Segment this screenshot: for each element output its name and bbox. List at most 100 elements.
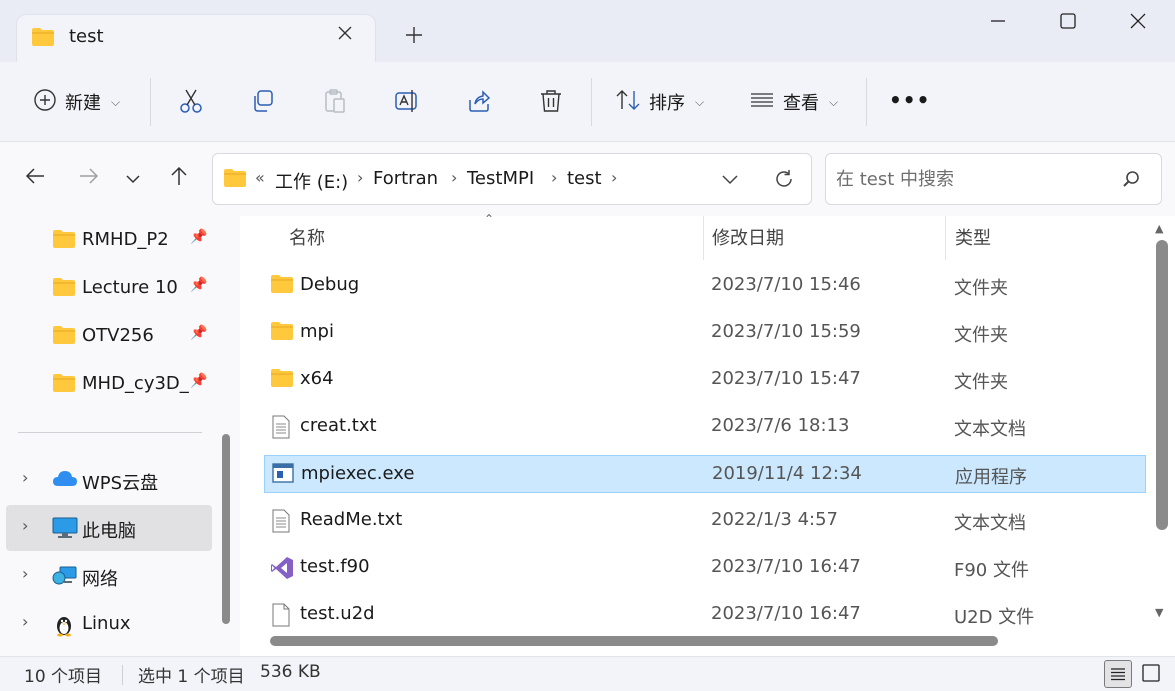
- back-arrow-icon[interactable]: [20, 164, 50, 194]
- sort-ascending-icon: ⌃: [484, 212, 495, 226]
- view-button[interactable]: 查看 ⌵: [749, 86, 838, 118]
- vertical-scrollbar-thumb[interactable]: [1156, 240, 1168, 530]
- breadcrumb-separator: ›: [451, 168, 458, 187]
- nav-item-rmhd-p2[interactable]: RMHD_P2 📌: [6, 217, 212, 263]
- column-header-name[interactable]: 名称: [289, 224, 325, 250]
- scroll-down-arrow-icon[interactable]: ▼: [1155, 606, 1163, 619]
- address-history-chevron-icon[interactable]: [721, 170, 739, 193]
- breadcrumb-overflow[interactable]: «: [255, 168, 265, 187]
- tab-title: test: [69, 26, 104, 47]
- file-row-debug[interactable]: Debug 2023/7/10 15:46 文件夹: [264, 267, 1146, 305]
- pin-icon[interactable]: 📌: [190, 277, 207, 293]
- file-date: 2023/7/10 16:47: [711, 603, 861, 624]
- pin-icon[interactable]: 📌: [190, 229, 207, 245]
- horizontal-scrollbar-thumb[interactable]: [270, 636, 998, 646]
- breadcrumb-fortran[interactable]: Fortran: [373, 168, 438, 189]
- status-bar: 10 个项目 选中 1 个项目 536 KB: [0, 656, 1175, 691]
- nav-item-label: Lecture 10: [82, 277, 178, 298]
- close-window-button[interactable]: [1124, 10, 1152, 38]
- breadcrumb-test[interactable]: test: [567, 168, 602, 189]
- blank-file-icon: [272, 603, 290, 632]
- nav-item-lecture-10[interactable]: Lecture 10 📌: [6, 265, 212, 311]
- copy-icon[interactable]: [250, 88, 276, 119]
- item-count: 10 个项目: [24, 667, 103, 687]
- folder-icon: [270, 321, 294, 346]
- file-row-mpiexec-exe[interactable]: mpiexec.exe 2019/11/4 12:34 应用程序: [264, 455, 1146, 493]
- tiles-view-button[interactable]: [1138, 660, 1166, 688]
- folder-icon: [52, 229, 76, 254]
- network-icon: [52, 565, 78, 592]
- details-view-button[interactable]: [1104, 660, 1132, 688]
- nav-item-wps-cloud[interactable]: › WPS云盘: [6, 457, 212, 503]
- share-icon[interactable]: [466, 88, 492, 119]
- breadcrumb-drive[interactable]: 工作 (E:): [275, 168, 348, 194]
- chevron-right-icon[interactable]: ›: [22, 468, 28, 487]
- selection-count: 选中 1 个项目: [138, 667, 245, 687]
- maximize-button[interactable]: [1054, 10, 1082, 38]
- folder-icon: [52, 277, 76, 302]
- file-name: ReadMe.txt: [300, 509, 403, 530]
- file-type: 应用程序: [955, 467, 1027, 488]
- file-name: Debug: [300, 274, 360, 295]
- status-divider: [122, 665, 123, 685]
- file-row-readme-txt[interactable]: ReadMe.txt 2022/1/3 4:57 文本文档: [264, 502, 1146, 540]
- nav-item-linux[interactable]: › Linux: [6, 601, 212, 647]
- search-input[interactable]: [836, 166, 1106, 192]
- chevron-right-icon[interactable]: ›: [22, 516, 28, 535]
- delete-icon[interactable]: [538, 88, 564, 119]
- chevron-down-icon: ⌵: [695, 94, 705, 109]
- nav-item-label: RMHD_P2: [82, 229, 169, 250]
- chevron-right-icon[interactable]: ›: [22, 564, 28, 583]
- file-row-test-f90[interactable]: test.f90 2023/7/10 16:47 F90 文件: [264, 549, 1146, 587]
- nav-item-mhd-cy3d[interactable]: MHD_cy3D_ 📌: [6, 361, 212, 407]
- file-name: mpiexec.exe: [301, 463, 415, 484]
- column-separator[interactable]: [945, 216, 946, 260]
- search-icon[interactable]: [1122, 170, 1140, 193]
- file-name: test.f90: [300, 556, 370, 577]
- nav-item-label: MHD_cy3D_: [82, 373, 189, 394]
- recent-locations-chevron-icon[interactable]: [118, 164, 148, 194]
- minimize-button[interactable]: [984, 10, 1012, 38]
- paste-icon[interactable]: [322, 88, 348, 119]
- file-date: 2023/7/10 15:47: [711, 368, 861, 389]
- nav-item-network[interactable]: › 网络: [6, 553, 212, 599]
- rename-icon[interactable]: [394, 88, 420, 119]
- file-date: 2023/7/10 16:47: [711, 556, 861, 577]
- up-arrow-icon[interactable]: [164, 164, 194, 194]
- folder-icon: [270, 274, 294, 299]
- tab-test[interactable]: test: [16, 14, 376, 62]
- sort-button[interactable]: 排序 ⌵: [615, 86, 704, 118]
- cut-icon[interactable]: [178, 88, 204, 119]
- tab-close-icon[interactable]: [333, 23, 357, 47]
- visual-studio-icon: [270, 556, 294, 585]
- nav-item-this-pc[interactable]: › 此电脑: [6, 505, 212, 551]
- nav-item-label: 网络: [82, 569, 118, 590]
- file-row-test-u2d[interactable]: test.u2d 2023/7/10 16:47 U2D 文件: [264, 596, 1146, 634]
- file-date: 2022/1/3 4:57: [711, 509, 838, 530]
- file-type: 文件夹: [954, 372, 1008, 393]
- pin-icon[interactable]: 📌: [190, 325, 207, 341]
- nav-pane-scrollbar[interactable]: [222, 434, 230, 624]
- breadcrumb-separator[interactable]: ›: [611, 168, 617, 187]
- new-tab-plus-icon[interactable]: [400, 22, 428, 50]
- file-type: 文件夹: [954, 278, 1008, 299]
- refresh-icon[interactable]: [773, 168, 795, 195]
- forward-arrow-icon[interactable]: [74, 164, 104, 194]
- address-bar[interactable]: « 工作 (E:) › Fortran › TestMPI › test ›: [212, 153, 812, 205]
- new-button[interactable]: 新建 ⌵: [33, 86, 120, 118]
- file-row-mpi[interactable]: mpi 2023/7/10 15:59 文件夹: [264, 314, 1146, 352]
- more-options-button[interactable]: •••: [889, 88, 930, 112]
- breadcrumb-separator: ›: [551, 168, 558, 187]
- column-header-date-modified[interactable]: 修改日期: [712, 224, 784, 250]
- column-header-type[interactable]: 类型: [955, 224, 991, 250]
- scroll-up-arrow-icon[interactable]: ▲: [1155, 222, 1163, 235]
- search-box[interactable]: [825, 153, 1162, 205]
- chevron-right-icon[interactable]: ›: [22, 612, 28, 631]
- nav-item-otv256[interactable]: OTV256 📌: [6, 313, 212, 359]
- breadcrumb-testmpi[interactable]: TestMPI: [467, 168, 534, 189]
- column-separator[interactable]: [703, 216, 704, 260]
- divider: [150, 78, 151, 126]
- file-row-x64[interactable]: x64 2023/7/10 15:47 文件夹: [264, 361, 1146, 399]
- file-row-creat-txt[interactable]: creat.txt 2023/7/6 18:13 文本文档: [264, 408, 1146, 446]
- pin-icon[interactable]: 📌: [190, 373, 207, 389]
